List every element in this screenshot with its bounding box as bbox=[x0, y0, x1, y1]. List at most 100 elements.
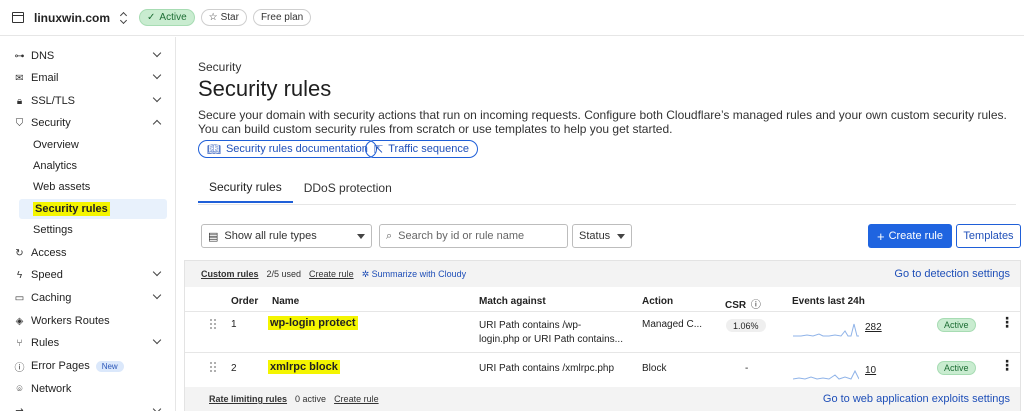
row-status-badge: Active bbox=[937, 361, 976, 375]
events-sparkline bbox=[793, 323, 859, 337]
column-order[interactable]: Order bbox=[231, 296, 258, 307]
sidebar-item-rules[interactable]: ⑂ Rules bbox=[14, 333, 166, 353]
table-divider bbox=[185, 352, 1020, 353]
star-button[interactable]: ☆ Star bbox=[200, 9, 247, 26]
sidebar-item-ssl-tls[interactable]: 🔒︎ SSL/TLS bbox=[14, 91, 166, 111]
row-events-count[interactable]: 10 bbox=[865, 365, 876, 376]
tab-security-rules[interactable]: Security rules bbox=[198, 173, 293, 203]
drag-handle-icon[interactable] bbox=[209, 318, 217, 330]
new-badge: New bbox=[95, 360, 124, 372]
search-input[interactable]: ⌕ Search by id or rule name bbox=[379, 224, 568, 248]
sidebar-item-security[interactable]: ⛉ Security bbox=[14, 113, 166, 133]
domain-window-icon bbox=[12, 12, 24, 23]
more-options-icon[interactable]: ⋮ bbox=[1000, 358, 1014, 372]
chevron-down-icon bbox=[152, 335, 162, 345]
domain-switcher-icon[interactable] bbox=[120, 13, 129, 23]
security-rules-documentation-link[interactable]: 📖︎ Security rules documentation bbox=[198, 140, 377, 158]
row-order: 1 bbox=[231, 319, 237, 330]
column-csr: CSR ⓘ bbox=[725, 300, 761, 311]
sidebar-item-access[interactable]: ↻ Access bbox=[14, 243, 166, 263]
custom-rules-label[interactable]: Custom rules bbox=[201, 269, 259, 279]
row-csr: - bbox=[745, 363, 749, 374]
lightning-icon: ϟ bbox=[16, 269, 23, 281]
row-events-count[interactable]: 282 bbox=[865, 322, 882, 333]
rate-limiting-rules-label[interactable]: Rate limiting rules bbox=[209, 394, 287, 404]
rules-icon: ⑂ bbox=[16, 337, 23, 349]
sidebar: ⊶ DNS ✉ Email 🔒︎ SSL/TLS ⛉ Security Over… bbox=[0, 37, 176, 411]
sidebar-item-speed[interactable]: ϟ Speed bbox=[14, 265, 166, 285]
row-action: Managed C... bbox=[642, 319, 703, 330]
row-csr: 1.06% bbox=[726, 319, 766, 332]
main-content: Security Security rules Secure your doma… bbox=[176, 37, 1024, 411]
sidebar-scrolled-item bbox=[14, 37, 166, 39]
tabs-divider bbox=[198, 204, 1016, 205]
custom-rules-usage: 2/5 used bbox=[266, 269, 302, 279]
column-events: Events last 24h bbox=[792, 296, 865, 307]
column-name[interactable]: Name bbox=[272, 296, 299, 307]
domain-name[interactable]: linuxwin.com bbox=[34, 11, 110, 25]
traffic-icon: ⇄ bbox=[14, 407, 25, 411]
page-description: Secure your domain with security actions… bbox=[198, 108, 1007, 136]
sidebar-item-traffic-partial[interactable]: ⇄ bbox=[14, 402, 166, 411]
sparkle-icon: ✲ bbox=[361, 268, 370, 279]
page-eyebrow: Security bbox=[198, 60, 242, 74]
chevron-up-icon bbox=[152, 119, 162, 129]
caret-down-icon bbox=[357, 233, 365, 239]
row-match-against: URI Path contains /xmlrpc.php bbox=[479, 363, 615, 374]
summarize-with-cloudy-link[interactable]: ✲ Summarize with Cloudy bbox=[362, 269, 467, 280]
sidebar-item-error-pages[interactable]: ⓘ Error Pages New bbox=[14, 356, 166, 376]
sidebar-item-dns[interactable]: ⊶ DNS bbox=[14, 46, 166, 66]
sidebar-item-network[interactable]: ⌾ Network bbox=[14, 379, 166, 399]
detection-settings-link[interactable]: Go to detection settings bbox=[894, 268, 1010, 280]
status-badge: ✓ Active bbox=[139, 9, 195, 26]
chevron-down-icon bbox=[152, 70, 162, 80]
check-icon: ✓ bbox=[147, 12, 156, 23]
sidebar-item-email[interactable]: ✉ Email bbox=[14, 68, 166, 88]
page-title: Security rules bbox=[198, 76, 332, 101]
chevron-down-icon bbox=[152, 404, 162, 411]
workers-icon: ◈ bbox=[15, 315, 24, 327]
create-rule-link[interactable]: Create rule bbox=[309, 269, 354, 279]
rate-create-rule-link[interactable]: Create rule bbox=[334, 394, 379, 404]
sidebar-subitem-overview[interactable]: Overview bbox=[33, 135, 167, 155]
caret-down-icon bbox=[617, 233, 625, 239]
tabs: Security rules DDoS protection bbox=[198, 173, 403, 205]
plan-badge[interactable]: Free plan bbox=[252, 9, 312, 26]
search-icon: ⌕ bbox=[386, 229, 393, 242]
chevron-down-icon bbox=[152, 290, 162, 300]
row-action: Block bbox=[642, 363, 667, 374]
sidebar-subitem-web-assets[interactable]: Web assets bbox=[33, 177, 167, 197]
network-icon: ⌾ bbox=[16, 383, 23, 395]
events-sparkline bbox=[793, 369, 859, 380]
row-match-against: URI Path contains /wp- login.php or URI … bbox=[479, 320, 623, 345]
traffic-sequence-link[interactable]: ⇱ Traffic sequence bbox=[365, 140, 478, 158]
sidebar-subitem-security-rules[interactable]: Security rules bbox=[19, 199, 167, 219]
email-icon: ✉ bbox=[15, 72, 24, 84]
access-icon: ↻ bbox=[15, 247, 24, 259]
row-status-badge: Active bbox=[937, 318, 976, 332]
drag-handle-icon[interactable] bbox=[209, 361, 217, 373]
dns-icon: ⊶ bbox=[14, 50, 25, 62]
sidebar-subitem-settings[interactable]: Settings bbox=[33, 220, 167, 240]
row-name[interactable]: wp-login protect bbox=[268, 316, 358, 330]
top-bar: linuxwin.com ✓ Active ☆ Star Free plan bbox=[0, 0, 1024, 36]
list-icon: ▤ bbox=[208, 230, 219, 243]
status-filter[interactable]: Status bbox=[572, 224, 632, 248]
sidebar-item-workers-routes[interactable]: ◈ Workers Routes bbox=[14, 311, 166, 331]
more-options-icon[interactable]: ⋮ bbox=[1000, 315, 1014, 329]
waf-settings-link[interactable]: Go to web application exploits settings bbox=[823, 393, 1010, 405]
create-rule-button[interactable]: + Create rule bbox=[868, 224, 952, 248]
sidebar-item-caching[interactable]: ▭ Caching bbox=[14, 288, 166, 308]
chevron-down-icon bbox=[152, 48, 162, 58]
column-action: Action bbox=[642, 296, 674, 307]
plus-icon: + bbox=[876, 228, 885, 244]
sidebar-subitem-analytics[interactable]: Analytics bbox=[33, 156, 167, 176]
templates-button[interactable]: Templates bbox=[956, 224, 1021, 248]
info-icon[interactable]: ⓘ bbox=[751, 300, 761, 311]
external-link-icon: ⇱ bbox=[374, 143, 384, 156]
shield-icon: ⛉ bbox=[15, 117, 24, 129]
row-name[interactable]: xmlrpc block bbox=[268, 360, 340, 374]
rule-type-select[interactable]: ▤ Show all rule types bbox=[201, 224, 372, 248]
tab-ddos-protection[interactable]: DDoS protection bbox=[293, 173, 403, 203]
rate-limiting-active-count: 0 active bbox=[295, 394, 327, 404]
